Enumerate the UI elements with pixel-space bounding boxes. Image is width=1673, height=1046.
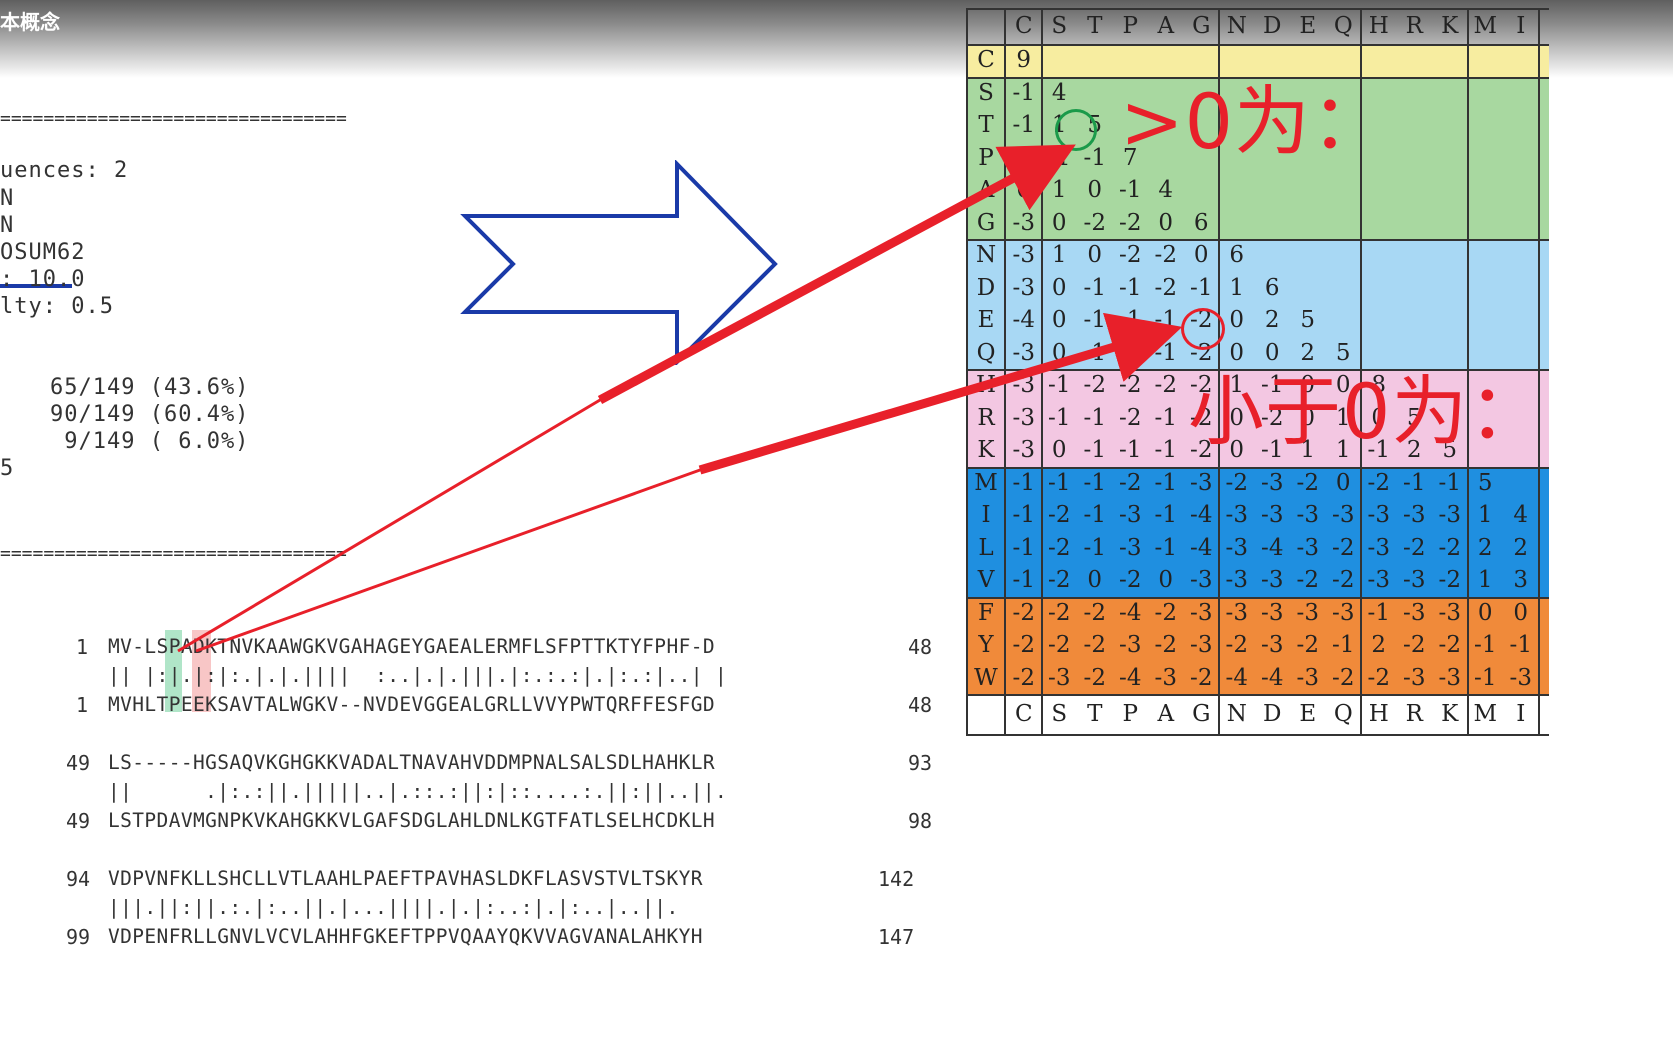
annotation-arrows	[177, 144, 1183, 653]
negative-annotation: 小于0为：	[1188, 367, 1546, 456]
positive-annotation: >0为：	[1120, 77, 1389, 166]
